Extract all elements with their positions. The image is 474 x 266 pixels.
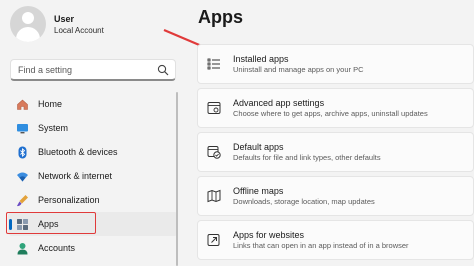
paintbrush-icon [16,194,29,207]
card-description: Links that can open in an app instead of… [233,241,409,250]
open-link-icon [207,234,220,246]
search-input[interactable] [18,64,153,75]
card-installed-apps[interactable]: Installed apps Uninstall and manage apps… [197,44,474,84]
account-header[interactable]: User Local Account [10,6,104,42]
settings-cards: Installed apps Uninstall and manage apps… [197,44,474,264]
monitor-icon [16,122,29,135]
sidebar-item-label: Accounts [38,243,76,253]
sidebar-item-label: Network & internet [38,171,113,181]
card-offline-maps[interactable]: Offline maps Downloads, storage location… [197,176,474,216]
map-icon [207,189,221,203]
card-apps-for-websites[interactable]: Apps for websites Links that can open in… [197,220,474,260]
card-title: Default apps [233,142,284,152]
avatar [10,6,46,42]
card-advanced-app-settings[interactable]: Advanced app settings Choose where to ge… [197,88,474,128]
list-icon [207,58,220,70]
sidebar-item-home[interactable]: Home [8,92,178,116]
sidebar-item-personalization[interactable]: Personalization [8,188,178,212]
account-icon [16,242,29,255]
card-description: Downloads, storage location, map updates [233,197,375,206]
sidebar-item-system[interactable]: System [8,116,178,140]
sidebar-item-network[interactable]: Network & internet [8,164,178,188]
sidebar-item-label: Personalization [38,195,100,205]
card-title: Advanced app settings [233,98,325,108]
card-description: Defaults for file and link types, other … [233,153,381,162]
bluetooth-icon [16,146,29,159]
nav-list: Home System Bluetooth & devices Network … [8,92,178,260]
app-settings-icon [207,102,221,114]
card-title: Installed apps [233,54,289,64]
sidebar-item-label: Bluetooth & devices [38,147,118,157]
sidebar-item-bluetooth[interactable]: Bluetooth & devices [8,140,178,164]
account-type: Local Account [54,25,104,35]
home-icon [16,98,29,111]
card-title: Offline maps [233,186,284,196]
sidebar-item-label: Home [38,99,63,109]
account-name: User [54,13,75,24]
sidebar: User Local Account Home [0,0,183,266]
page-title: Apps [198,7,243,27]
card-title: Apps for websites [233,230,305,240]
sidebar-scrollbar[interactable] [176,92,178,266]
sidebar-item-apps[interactable]: Apps [8,212,178,236]
card-description: Choose where to get apps, archive apps, … [233,109,428,118]
wifi-icon [16,170,29,183]
sidebar-item-accounts[interactable]: Accounts [8,236,178,260]
default-apps-icon [207,146,221,159]
apps-icon [16,218,29,231]
search-icon[interactable] [157,64,169,76]
card-description: Uninstall and manage apps on your PC [233,65,364,74]
sidebar-item-label: Apps [38,219,59,229]
search-box[interactable] [10,59,176,81]
card-default-apps[interactable]: Default apps Defaults for file and link … [197,132,474,172]
sidebar-item-label: System [38,123,69,133]
